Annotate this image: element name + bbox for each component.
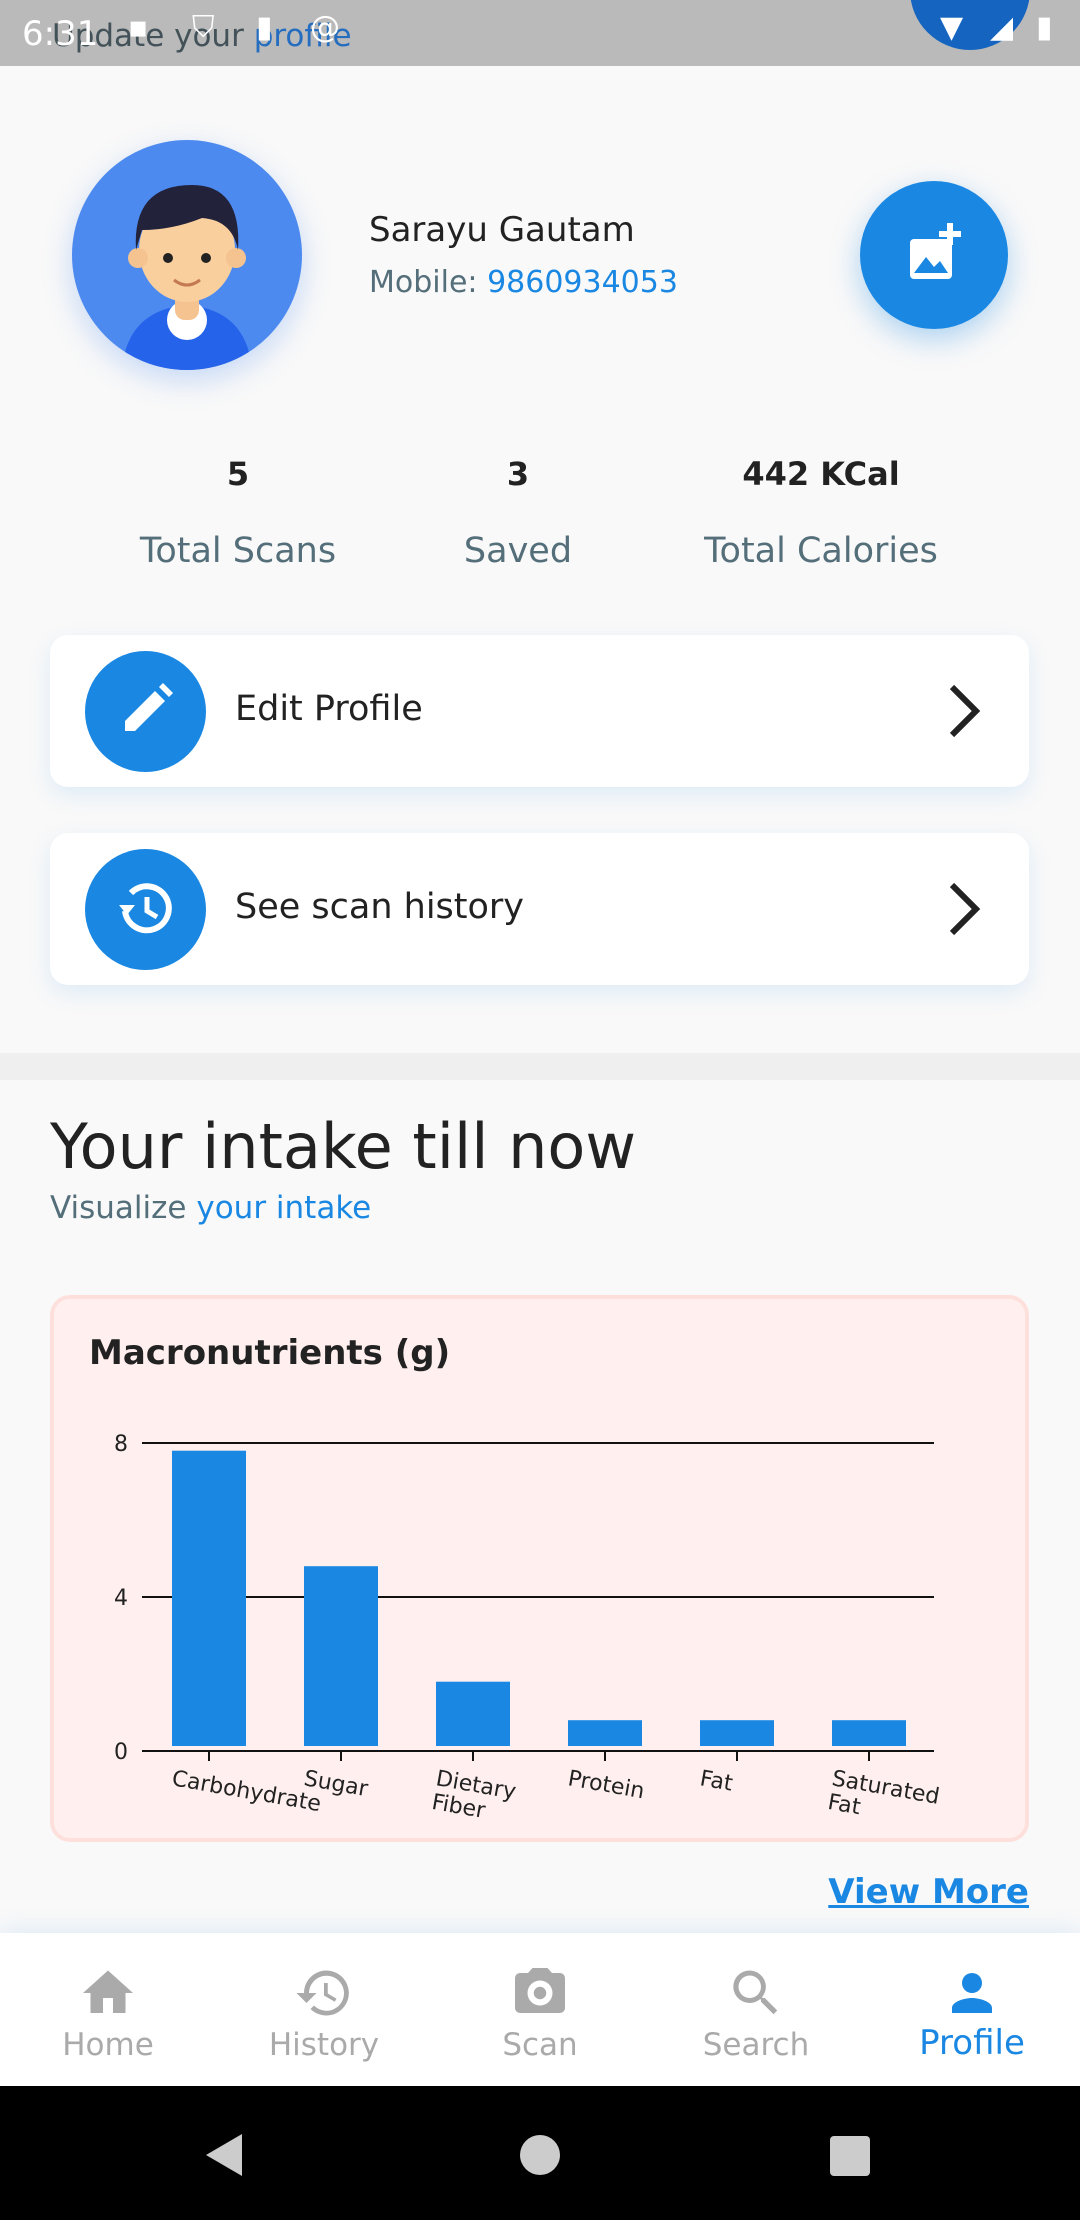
camera-icon bbox=[515, 1968, 565, 2013]
nav-label: History bbox=[268, 2027, 380, 2063]
search-icon bbox=[733, 1970, 778, 2015]
y-tick-label: 4 bbox=[114, 1586, 128, 1611]
bar-dietary-fiber bbox=[436, 1681, 510, 1746]
bar-protein bbox=[568, 1720, 642, 1746]
nav-label: Search bbox=[702, 2027, 810, 2063]
bar-carbohydrate bbox=[172, 1450, 246, 1746]
nav-search[interactable]: Search bbox=[648, 1933, 864, 2086]
y-tick-label: 0 bbox=[114, 1740, 128, 1765]
nav-scan[interactable]: Scan bbox=[432, 1933, 648, 2086]
back-icon[interactable] bbox=[200, 2130, 250, 2180]
x-tick-label: SaturatedFat bbox=[826, 1766, 942, 1833]
nav-profile[interactable]: Profile bbox=[864, 1933, 1080, 2086]
nav-label: Profile bbox=[919, 2023, 1025, 2063]
system-nav-bar bbox=[0, 2086, 1080, 2220]
bar-sugar bbox=[304, 1566, 378, 1746]
person-icon bbox=[952, 1973, 992, 2013]
home-icon bbox=[83, 1970, 133, 2013]
bar-fat bbox=[700, 1720, 774, 1746]
view-more-link[interactable]: View More bbox=[828, 1872, 1029, 1912]
home-circle-icon[interactable] bbox=[517, 2132, 563, 2178]
y-tick-label: 8 bbox=[114, 1432, 128, 1457]
x-tick-label: Fat bbox=[698, 1766, 735, 1796]
x-tick-label: Carbohydrate bbox=[170, 1766, 323, 1817]
nav-label: Home bbox=[62, 2027, 154, 2063]
x-tick-label: DietaryFiber bbox=[430, 1766, 518, 1828]
recents-icon[interactable] bbox=[828, 2134, 872, 2178]
nav-label: Scan bbox=[502, 2027, 578, 2063]
bottom-nav: Home History Scan Search Profile bbox=[0, 1933, 1080, 2086]
nav-home[interactable]: Home bbox=[0, 1933, 216, 2086]
history-icon bbox=[296, 1970, 349, 2016]
macronutrients-bar-chart: 048CarbohydrateSugar DietaryFiberProtein F… bbox=[114, 1432, 942, 1833]
nav-history[interactable]: History bbox=[216, 1933, 432, 2086]
bar-saturated-fat bbox=[832, 1720, 906, 1746]
x-tick-label: Protein bbox=[566, 1766, 646, 1804]
